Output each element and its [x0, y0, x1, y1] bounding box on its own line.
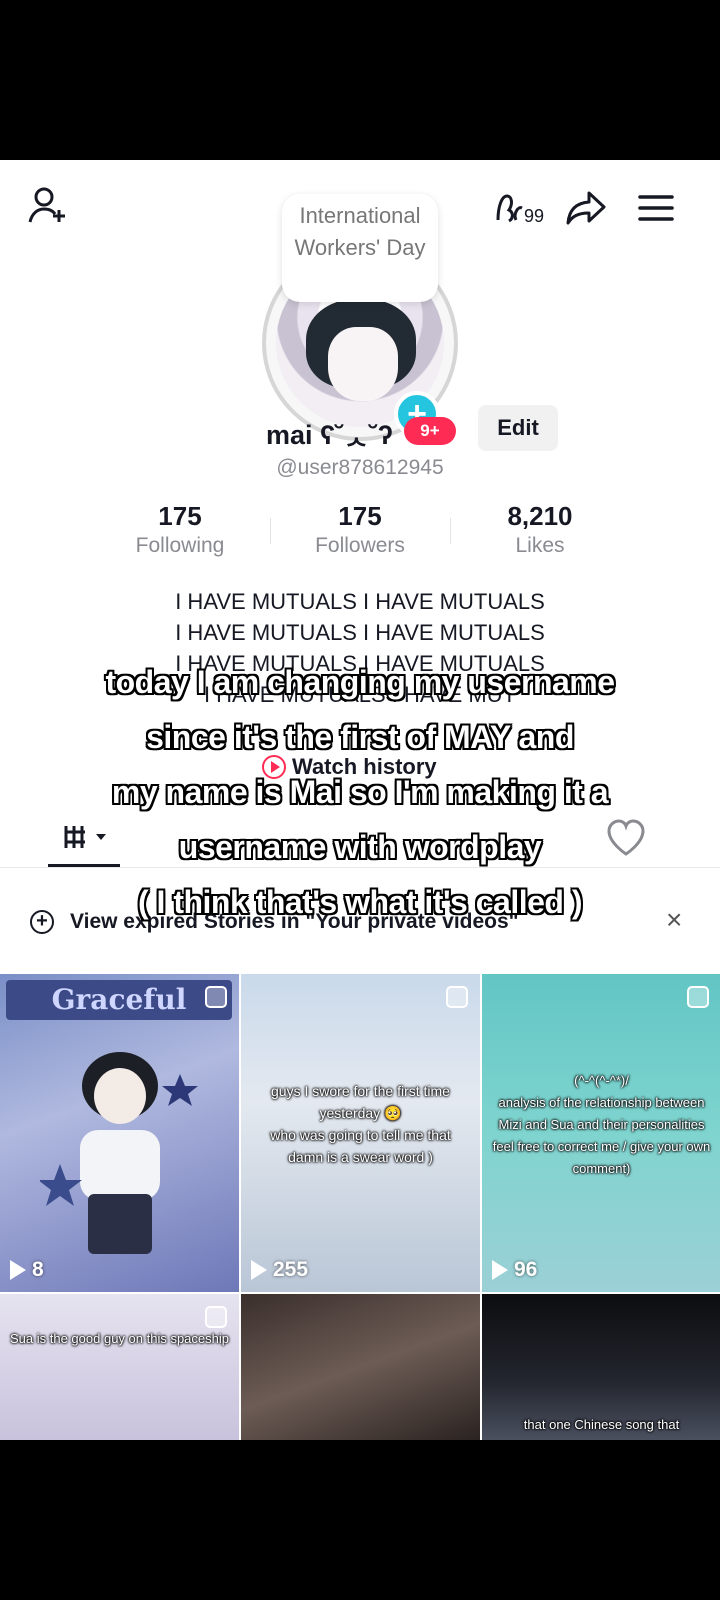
stat-value: 175: [158, 501, 202, 531]
username-handle: @user878612945: [276, 456, 444, 479]
thumbnail-caption: that one Chinese song that: [482, 1414, 720, 1436]
select-checkbox[interactable]: [205, 1306, 227, 1328]
notification-badge[interactable]: 9+: [404, 417, 456, 445]
menu-icon[interactable]: [632, 184, 680, 232]
name-row: mai ʕ˘ᆺ˘ʔ 9+ Edit: [0, 405, 720, 455]
stat-label: Likes: [515, 534, 565, 557]
video-thumbnail[interactable]: (^-^(^-^*)/ analysis of the relationship…: [482, 974, 720, 1292]
bio-line: I HAVE MUTUALS I HAVE MUTUALS: [175, 589, 545, 614]
stats-row: 175 Following 175 Followers 8,210 Likes: [90, 500, 630, 564]
caption-line: (^-^(^-^*)/: [574, 1073, 629, 1088]
video-thumbnail[interactable]: guys I swore for the first time yesterda…: [241, 974, 480, 1292]
caption-line: damn is a swear word ): [288, 1149, 433, 1165]
thumbnail-illustration: [40, 1052, 198, 1254]
note-bubble[interactable]: International Workers' Day: [282, 194, 438, 302]
video-thumbnail[interactable]: Graceful 8: [0, 974, 239, 1292]
video-grid: Graceful 8 guys I swore for the first ti…: [0, 974, 720, 1440]
view-count-value: 255: [273, 1258, 309, 1281]
display-name: mai ʕ˘ᆺ˘ʔ: [266, 420, 393, 450]
video-thumbnail[interactable]: Sua is the good guy on this spaceship: [0, 1294, 239, 1440]
video-subtitle-overlay: today I am changing my username since it…: [0, 655, 720, 930]
stat-value: 8,210: [507, 501, 573, 531]
subtitle-line: ( I think that's what it's called ): [138, 884, 583, 920]
view-count-value: 96: [514, 1258, 538, 1281]
view-count: 8: [10, 1258, 44, 1282]
select-checkbox[interactable]: [687, 986, 709, 1008]
play-icon: [492, 1260, 508, 1280]
caption-line: feel free to correct me / give your own: [492, 1139, 711, 1154]
caption-line: analysis of the relationship between: [498, 1095, 705, 1110]
add-friend-icon[interactable]: [24, 182, 72, 230]
creator-tools-icon[interactable]: 99: [494, 190, 554, 230]
caption-line: Mizi and Sua and their personalities: [498, 1117, 705, 1132]
stat-label: Followers: [315, 534, 405, 557]
play-icon: [10, 1260, 26, 1280]
share-icon[interactable]: [562, 184, 610, 232]
subtitle-line: since it's the first of MAY and: [146, 719, 574, 755]
caption-line: guys I swore for the first time: [271, 1083, 450, 1099]
bio-line: I HAVE MUTUALS I HAVE MUTUALS: [175, 620, 545, 645]
stat-following[interactable]: 175 Following: [90, 500, 270, 564]
caption-line: Sua is the good guy on this spaceship: [10, 1331, 229, 1346]
subtitle-line: my name is Mai so I'm making it a: [111, 774, 609, 810]
stat-likes[interactable]: 8,210 Likes: [450, 500, 630, 564]
stat-label: Following: [135, 534, 225, 557]
select-checkbox[interactable]: [446, 986, 468, 1008]
stat-value: 175: [338, 501, 382, 531]
edit-profile-button[interactable]: Edit: [478, 405, 558, 451]
view-count-value: 8: [32, 1258, 44, 1281]
view-count: 96: [492, 1258, 537, 1282]
thumbnail-caption: guys I swore for the first time yesterda…: [241, 1080, 480, 1168]
caption-line: who was going to tell me that: [270, 1127, 451, 1143]
thumbnail-caption: (^-^(^-^*)/ analysis of the relationship…: [482, 1070, 720, 1180]
video-thumbnail[interactable]: that one Chinese song that: [482, 1294, 720, 1440]
subtitle-line: username with wordplay: [178, 829, 542, 865]
view-count: 255: [251, 1258, 308, 1282]
thumbnail-caption: Sua is the good guy on this spaceship: [0, 1328, 239, 1350]
video-thumbnail[interactable]: [241, 1294, 480, 1440]
play-icon: [251, 1260, 267, 1280]
caption-line: that one Chinese song that: [523, 1417, 680, 1432]
subtitle-line: today I am changing my username: [105, 664, 615, 700]
caption-line: yesterday 🥺: [319, 1105, 402, 1121]
select-checkbox[interactable]: [205, 986, 227, 1008]
thumbnail-banner: Graceful: [6, 980, 232, 1020]
stat-followers[interactable]: 175 Followers: [270, 500, 450, 564]
creator-count: 99: [524, 206, 544, 226]
caption-line: comment): [572, 1161, 631, 1176]
